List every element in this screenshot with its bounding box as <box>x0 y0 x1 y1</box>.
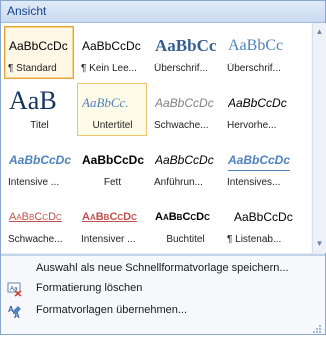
style-tile-intense-quote[interactable]: AaBbCcDc Intensives... <box>223 140 293 193</box>
style-label: Intensive ... <box>8 177 60 188</box>
style-label: ¶ Listenab... <box>227 234 282 245</box>
clear-formatting-icon: Aa <box>7 281 23 297</box>
style-preview: AaBbCcDc <box>155 153 214 167</box>
quick-styles-gallery: AaBbCcDc ¶ Standard AaBbCcDc ¶ Kein Lee.… <box>1 23 311 253</box>
style-tile-quote[interactable]: AaBbCcDc Anführun... <box>150 140 220 193</box>
quick-styles-dropdown: Ansicht AaBbCcDc ¶ Standard AaBbCcDc ¶ K… <box>0 0 326 335</box>
style-tile-title[interactable]: AaB Titel <box>4 83 74 136</box>
style-tile-no-spacing[interactable]: AaBbCcDc ¶ Kein Lee... <box>77 26 147 79</box>
style-label: Intensiver ... <box>81 234 136 245</box>
style-tile-list-paragraph[interactable]: AaBbCcDc ¶ Listenab... <box>223 197 293 250</box>
style-label: Schwache... <box>154 120 209 131</box>
style-tile-book-title[interactable]: AaBbCcDc Buchtitel <box>150 197 220 250</box>
style-tile-standard[interactable]: AaBbCcDc ¶ Standard <box>4 26 74 79</box>
style-preview: AaBbCcDc <box>155 96 214 110</box>
style-label: Untertitel <box>92 120 133 131</box>
style-preview: AaB <box>9 86 57 115</box>
style-label: Fett <box>103 177 122 188</box>
style-label: Überschrif... <box>154 63 208 74</box>
style-label: Anführun... <box>154 177 203 188</box>
resize-grip-icon[interactable] <box>312 321 322 333</box>
scroll-down-arrow-icon[interactable]: ▼ <box>313 238 326 250</box>
style-preview: AaBbCcDc <box>82 39 141 53</box>
style-label: Buchtitel <box>166 234 205 245</box>
gallery-scrollbar[interactable]: ▲ ▼ <box>312 23 326 253</box>
menu-item-label: Formatvorlagen übernehmen... <box>36 304 188 316</box>
style-label: Intensives... <box>227 177 281 188</box>
style-preview: AaBbCcDc <box>9 153 71 167</box>
scroll-up-arrow-icon[interactable]: ▲ <box>313 26 326 38</box>
style-preview: AaBbCc. <box>82 95 129 110</box>
style-tile-subtle-reference[interactable]: AaBbCcDc Schwache... <box>4 197 74 250</box>
menu-divider <box>1 253 325 256</box>
style-tile-strong[interactable]: AaBbCcDc Fett <box>77 140 147 193</box>
style-label: ¶ Standard <box>8 63 57 74</box>
style-tile-intense-emphasis[interactable]: AaBbCcDc Intensive ... <box>4 140 74 193</box>
style-preview: AaBbCcDc <box>234 210 293 224</box>
style-tile-heading1[interactable]: AaBbCc Überschrif... <box>150 26 220 79</box>
style-label: Hervorhe... <box>227 120 277 131</box>
style-tile-heading2[interactable]: AaBbCc Überschrif... <box>223 26 293 79</box>
style-preview: AaBbCcDc <box>9 211 62 223</box>
style-preview: AaBbCc <box>228 37 284 54</box>
style-label: Titel <box>30 120 49 131</box>
style-preview: AaBbCcDc <box>155 211 210 223</box>
menu-item-label: Auswahl als neue Schnellformatvorlage sp… <box>36 262 289 274</box>
apply-styles-icon: A A <box>7 303 23 320</box>
save-selection-as-quick-style-item[interactable]: Auswahl als neue Schnellformatvorlage sp… <box>3 259 323 279</box>
style-preview: AaBbCcDc <box>82 211 137 223</box>
style-label: ¶ Kein Lee... <box>81 63 137 74</box>
style-tile-subtle-emphasis[interactable]: AaBbCcDc Schwache... <box>150 83 220 136</box>
style-tile-subtitle[interactable]: AaBbCc. Untertitel <box>77 83 147 136</box>
style-preview: AaBbCcDc <box>82 153 144 167</box>
style-preview: AaBbCc <box>155 36 217 55</box>
gallery-header-title: Ansicht <box>7 4 47 18</box>
style-label: Schwache... <box>8 234 63 245</box>
style-tile-emphasis[interactable]: AaBbCcDc Hervorhe... <box>223 83 293 136</box>
style-preview: AaBbCcDc <box>228 150 290 171</box>
gallery-header: Ansicht <box>1 1 325 23</box>
menu-item-label: Formatierung löschen <box>36 282 143 294</box>
style-label: Überschrif... <box>227 63 281 74</box>
style-preview: AaBbCcDc <box>9 39 68 53</box>
clear-formatting-item[interactable]: Aa Formatierung löschen <box>3 279 323 299</box>
style-tile-intense-reference[interactable]: AaBbCcDc Intensiver ... <box>77 197 147 250</box>
style-preview: AaBbCcDc <box>228 96 287 110</box>
apply-styles-item[interactable]: A A Formatvorlagen übernehmen... <box>3 301 323 321</box>
